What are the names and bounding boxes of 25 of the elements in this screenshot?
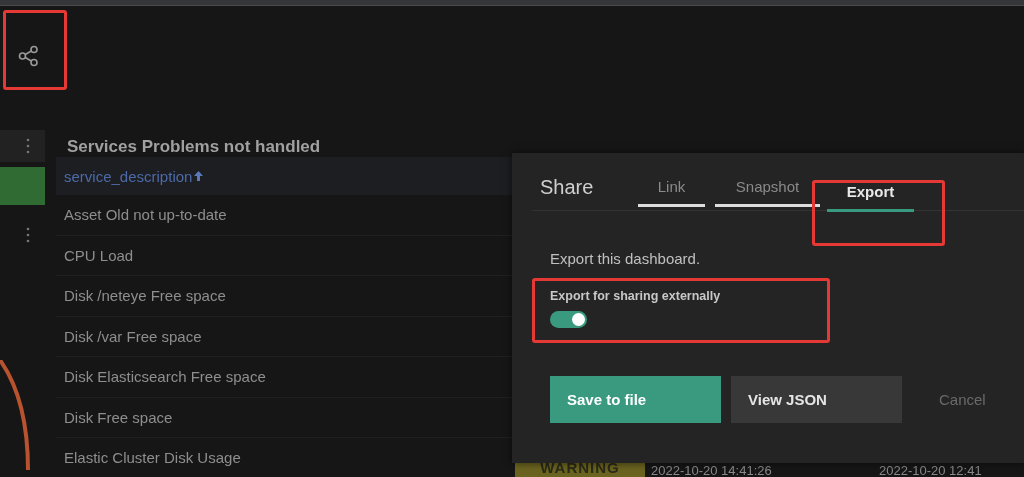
share-button[interactable] bbox=[3, 10, 67, 90]
more-vertical-icon[interactable] bbox=[25, 227, 30, 243]
service-name: Disk Free space bbox=[64, 408, 174, 426]
tab[interactable]: Link bbox=[638, 178, 705, 207]
toggle-switch[interactable] bbox=[550, 311, 587, 328]
save-button[interactable]: Save to file bbox=[550, 376, 721, 423]
last-change-time: 2022-10-20 12:41 bbox=[879, 464, 982, 477]
service-name: CPU Load bbox=[64, 246, 135, 264]
service-name: Asset Old not up-to-date bbox=[64, 206, 228, 224]
option-label: Export for sharing externally bbox=[550, 289, 722, 303]
cancel-button[interactable]: Cancel bbox=[912, 376, 986, 423]
view-json-button[interactable]: View JSON bbox=[731, 376, 902, 423]
panel-title: Services Problems not handled bbox=[66, 136, 322, 153]
service-name: Disk /neteye Free space bbox=[64, 287, 227, 305]
description-text: Export this dashboard. bbox=[550, 250, 702, 267]
column-header[interactable]: service_description bbox=[64, 167, 204, 185]
tab[interactable]: Snapshot bbox=[715, 178, 820, 207]
status-block bbox=[0, 167, 45, 205]
dialog-title: Share bbox=[539, 176, 595, 200]
service-name: Elastic Cluster Disk Usage bbox=[64, 449, 242, 467]
service-name: Disk Elasticsearch Free space bbox=[64, 368, 267, 386]
more-vertical-icon[interactable] bbox=[25, 138, 30, 154]
last-check-time: 2022-10-20 14:41:26 bbox=[651, 464, 773, 477]
service-name: Disk /var Free space bbox=[64, 327, 203, 345]
share-icon bbox=[18, 45, 40, 67]
